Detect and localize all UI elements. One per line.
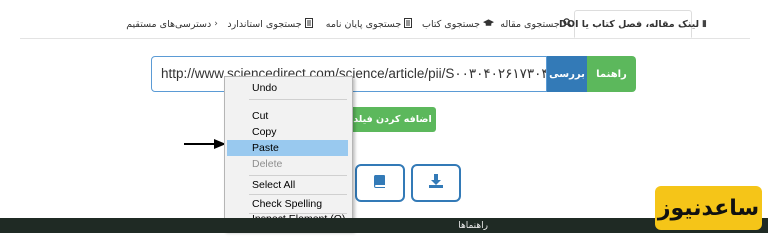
menu-item-check-spelling[interactable]: Check Spelling <box>227 196 348 212</box>
menu-item-delete[interactable]: Delete <box>227 156 348 172</box>
tab-label: جستجوی استاندارد <box>227 18 302 30</box>
chevrons-left-icon: ‹ <box>214 19 218 29</box>
footer-guides-link[interactable]: راهنماها <box>458 221 488 231</box>
check-button[interactable]: بررسی <box>547 56 587 92</box>
book-button[interactable] <box>355 164 405 202</box>
menu-item-cut[interactable]: Cut <box>227 108 348 124</box>
menu-item-select-all[interactable]: Select All <box>227 177 348 193</box>
file-text-icon <box>404 17 413 31</box>
tabs-divider <box>20 38 750 39</box>
file-text-icon <box>304 17 313 31</box>
menu-separator <box>249 99 347 100</box>
tab-book-search[interactable]: جستجوی کتاب <box>418 10 498 38</box>
tab-label: دسترسی‌های مستقیم <box>126 18 212 30</box>
book-icon: ▮ <box>702 19 707 29</box>
search-tabs: ▮ لینک مقاله، فصل کتاب یا DOI جستجوی مقا… <box>86 10 707 38</box>
menu-item-copy[interactable]: Copy <box>227 124 348 140</box>
menu-separator <box>249 194 347 195</box>
tab-article-link[interactable]: ▮ لینک مقاله، فصل کتاب یا DOI <box>559 10 707 38</box>
tab-standard-search[interactable]: جستجوی استاندارد <box>220 10 320 38</box>
tab-label: جستجوی کتاب <box>422 18 480 30</box>
add-field-button[interactable]: اضافه کردن فیلد <box>349 107 436 132</box>
menu-item-undo[interactable]: Undo <box>227 80 348 96</box>
tab-label: لینک مقاله، فصل کتاب یا DOI <box>559 18 700 30</box>
footer-bar: راهنماها <box>0 218 768 233</box>
download-icon <box>428 173 444 193</box>
guide-button[interactable]: راهنما <box>587 56 636 92</box>
menu-item-paste[interactable]: Paste <box>227 140 348 156</box>
watermark-logo: ساعدنیوز <box>655 186 762 230</box>
arrow-pointer-icon <box>184 135 226 154</box>
graduation-cap-icon <box>482 18 494 30</box>
tab-thesis-search[interactable]: جستجوی پایان نامه <box>320 10 418 38</box>
tab-label: جستجوی مقاله <box>500 18 560 30</box>
download-button[interactable] <box>411 164 461 202</box>
context-menu: Undo Cut Copy Paste Delete Select All Ch… <box>224 76 353 231</box>
menu-separator <box>249 175 347 176</box>
book-icon <box>372 173 388 193</box>
tab-label: جستجوی پایان نامه <box>325 18 402 30</box>
tab-direct-access[interactable]: ‹ دسترسی‌های مستقیم <box>124 10 220 38</box>
